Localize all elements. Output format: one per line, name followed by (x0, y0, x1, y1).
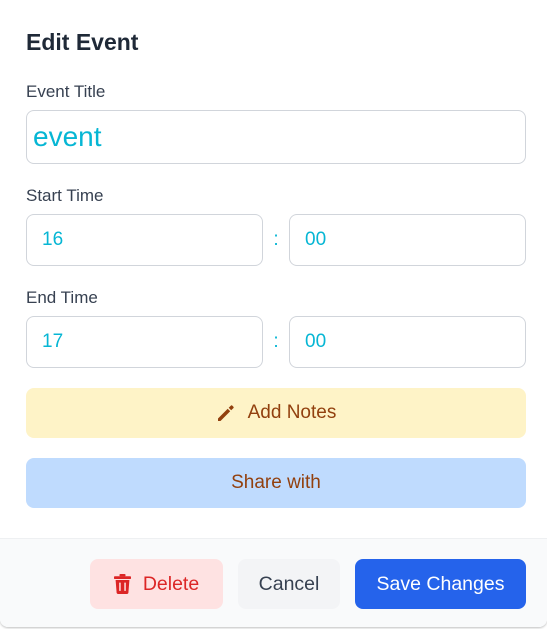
end-time-label: End Time (26, 288, 98, 307)
share-with-label: Share with (231, 472, 321, 493)
cancel-label: Cancel (258, 572, 320, 595)
dialog-body: Edit Event Event Title event Start Time … (0, 0, 547, 538)
save-changes-button[interactable]: Save Changes (355, 559, 526, 609)
edit-event-dialog: Edit Event Event Title event Start Time … (0, 0, 547, 627)
add-notes-button[interactable]: Add Notes (26, 388, 526, 438)
trash-icon (113, 574, 131, 594)
dialog-footer: Delete Cancel Save Changes (0, 538, 547, 627)
start-time-label: Start Time (26, 186, 104, 205)
end-minute-value: 00 (305, 331, 327, 352)
event-title-input[interactable]: event (26, 110, 526, 164)
end-minute-input[interactable]: 00 (289, 316, 526, 368)
delete-label: Delete (142, 572, 200, 595)
start-minute-value: 00 (305, 229, 327, 250)
cancel-button[interactable]: Cancel (238, 559, 340, 609)
start-minute-input[interactable]: 00 (289, 214, 526, 266)
add-notes-label: Add Notes (247, 402, 337, 423)
end-time-separator: : (273, 331, 279, 352)
end-hour-input[interactable]: 17 (26, 316, 263, 368)
event-title-value: event (33, 121, 102, 152)
event-title-label: Event Title (26, 82, 106, 101)
start-time-separator: : (273, 229, 279, 250)
pencil-icon (217, 405, 234, 421)
share-with-button[interactable]: Share with (26, 458, 526, 508)
start-hour-input[interactable]: 16 (26, 214, 263, 266)
delete-button[interactable]: Delete (90, 559, 223, 609)
save-changes-label: Save Changes (376, 572, 505, 595)
start-hour-value: 16 (42, 229, 64, 250)
dialog-title: Edit Event (26, 29, 139, 55)
end-hour-value: 17 (42, 331, 64, 352)
